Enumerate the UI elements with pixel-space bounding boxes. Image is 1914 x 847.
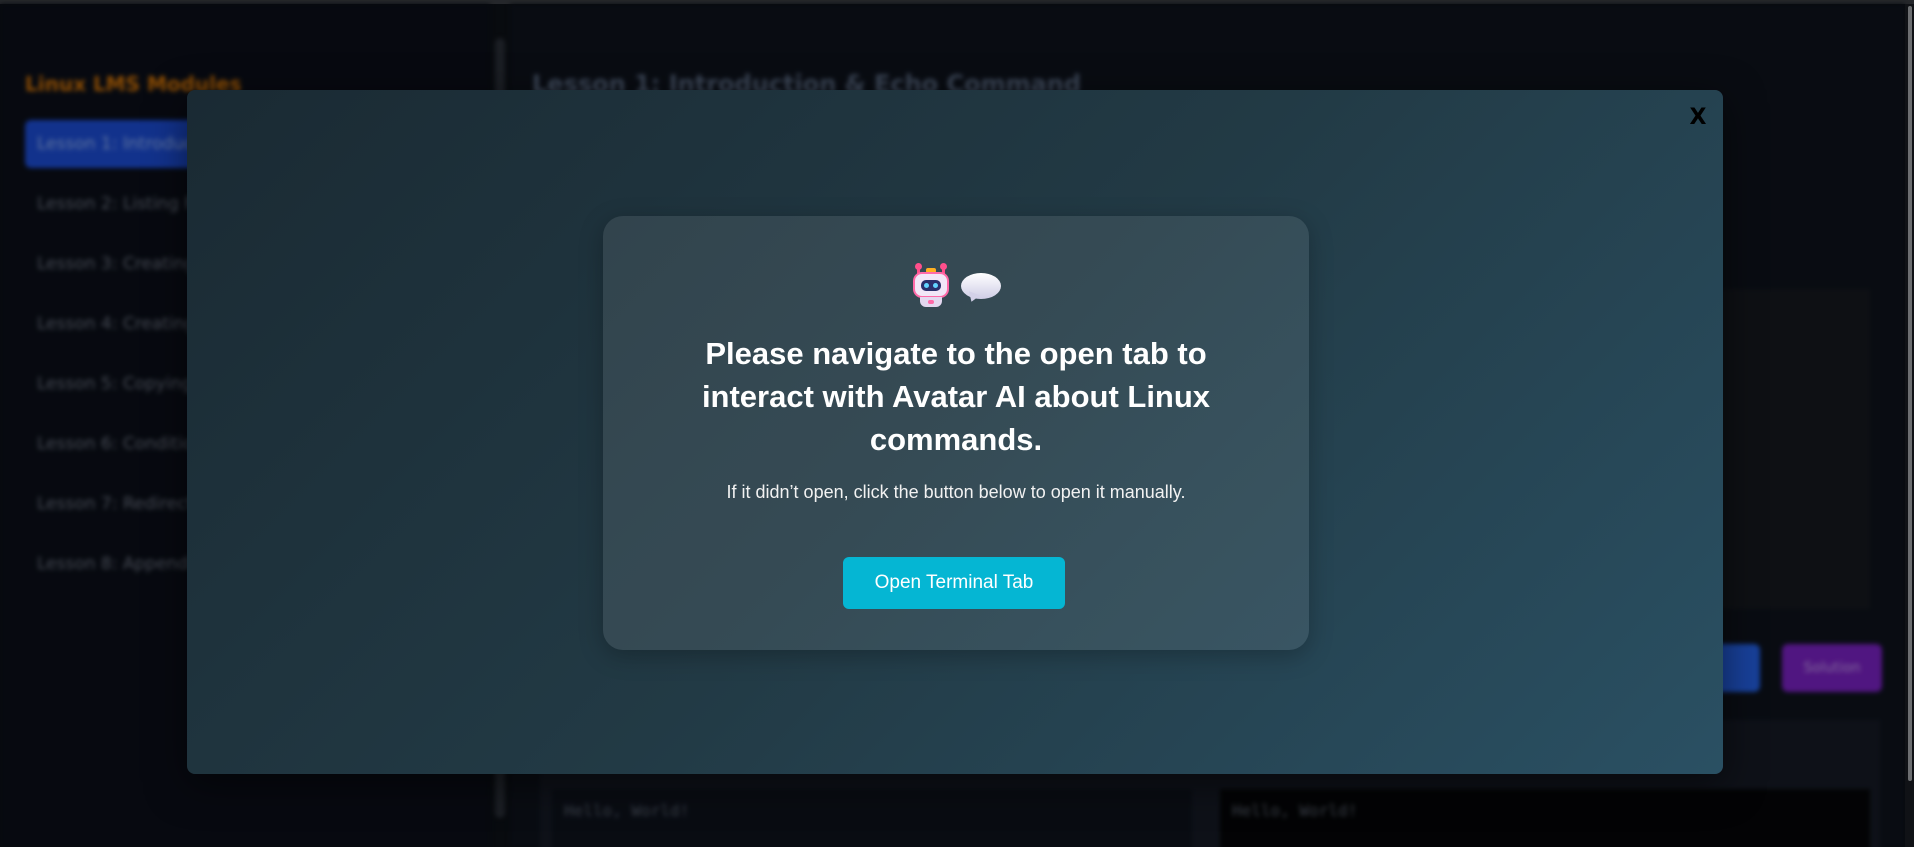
modal-headline: Please navigate to the open tab to inter… <box>701 336 1211 457</box>
modal-subtext: If it didn’t open, click the button belo… <box>726 482 1186 502</box>
close-button[interactable]: X <box>1685 102 1711 132</box>
info-card: Please navigate to the open tab to inter… <box>603 216 1309 650</box>
open-terminal-tab-button[interactable]: Open Terminal Tab <box>843 557 1065 609</box>
avatar-ai-modal: X Please navigate to the open tab to int… <box>187 90 1723 774</box>
speech-bubble-icon <box>961 271 1001 304</box>
robot-icon <box>911 263 951 308</box>
emoji-row <box>603 263 1309 310</box>
